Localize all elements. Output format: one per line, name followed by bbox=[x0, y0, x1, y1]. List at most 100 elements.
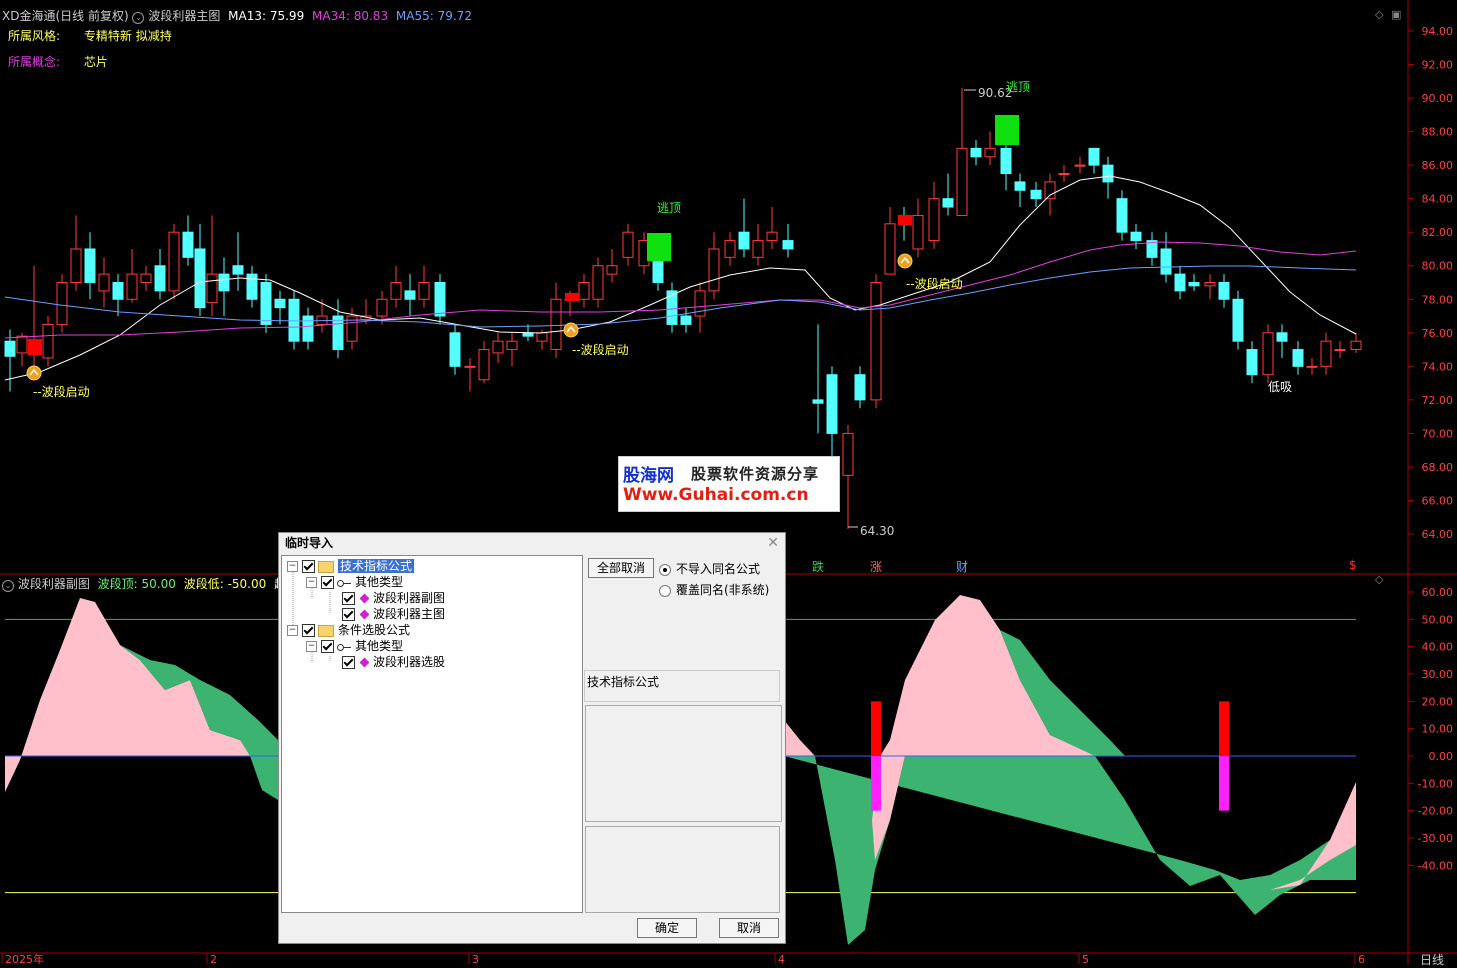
window-controls: ◇ ▣ bbox=[1375, 8, 1401, 21]
formula-icon bbox=[359, 593, 370, 604]
collapse-icon[interactable]: − bbox=[287, 625, 298, 636]
tree-node-sub[interactable]: 波段利器副图 bbox=[342, 590, 445, 606]
restore-icon[interactable]: ▣ bbox=[1391, 8, 1401, 21]
candle-body bbox=[376, 298, 388, 317]
candle-body bbox=[84, 248, 96, 283]
diamond-icon[interactable]: ◇ bbox=[1375, 573, 1383, 586]
candle-body bbox=[1262, 332, 1274, 376]
radio-icon[interactable] bbox=[659, 584, 671, 597]
checkbox[interactable] bbox=[342, 592, 355, 605]
tree-node-main[interactable]: 波段利器主图 bbox=[342, 606, 445, 622]
checkbox[interactable] bbox=[302, 560, 315, 573]
candle-body bbox=[1188, 282, 1200, 287]
diamond-icon[interactable]: ◇ bbox=[1375, 8, 1383, 21]
checkbox[interactable] bbox=[302, 624, 315, 637]
period-button[interactable]: 日线 bbox=[1420, 951, 1444, 968]
candle-body bbox=[1014, 181, 1026, 191]
formula-tree[interactable]: − 技术指标公式 − 其他类型 波段利器副图 波段利器主图 − 条件选股公式 − 其他类… bbox=[281, 555, 583, 913]
candle-body bbox=[1334, 349, 1346, 352]
event-fall[interactable]: 跌 bbox=[812, 558, 824, 575]
tree-node-other1[interactable]: − 其他类型 bbox=[306, 574, 403, 590]
candle-body bbox=[478, 349, 490, 381]
candle-body bbox=[782, 240, 794, 250]
candle-body bbox=[1074, 164, 1086, 167]
escape-box bbox=[647, 233, 671, 261]
candle-body bbox=[1160, 248, 1172, 275]
close-icon[interactable]: ✕ bbox=[767, 535, 779, 551]
candle-body bbox=[826, 374, 838, 434]
osc-tick-label: -30.00 bbox=[1418, 832, 1453, 845]
watermark-slogan: 股票软件资源分享 bbox=[691, 465, 820, 483]
import-dialog[interactable]: 临时导入 ✕ − 技术指标公式 − 其他类型 波段利器副图 波段利器主图 − 条件选股… bbox=[278, 532, 786, 944]
candle-body bbox=[1030, 189, 1042, 200]
osc-tick-label: 20.00 bbox=[1422, 695, 1454, 708]
ma34-label: MA34: 80.83 bbox=[312, 9, 389, 23]
band-start-icon bbox=[26, 365, 42, 381]
tree-label: 其他类型 bbox=[355, 639, 404, 653]
candle-body bbox=[492, 340, 504, 354]
checkbox[interactable] bbox=[342, 656, 355, 669]
cancel-all-button[interactable]: 全部取消 bbox=[588, 558, 654, 578]
candle-body bbox=[126, 273, 138, 300]
osc-tick-label: 50.00 bbox=[1422, 613, 1454, 626]
cancel-button[interactable]: 取消 bbox=[719, 918, 779, 938]
time-tick-label: 2 bbox=[210, 953, 217, 964]
candle-body bbox=[218, 273, 230, 292]
concept-label: 所属概念: bbox=[8, 55, 61, 69]
candle-body bbox=[724, 240, 736, 258]
osc-tick-label: 30.00 bbox=[1422, 668, 1454, 681]
candle-body bbox=[912, 214, 924, 250]
checkbox[interactable] bbox=[342, 608, 355, 621]
candle-body bbox=[246, 273, 258, 300]
candle-body bbox=[390, 282, 402, 300]
sell-signal-box bbox=[565, 293, 579, 301]
collapse-icon[interactable]: ⌄ bbox=[2, 580, 14, 592]
style-label: 所属风格: bbox=[8, 29, 61, 43]
collapse-icon[interactable]: − bbox=[306, 577, 317, 588]
low-label: 波段低: -50.00 bbox=[183, 577, 267, 591]
ma55-label: MA55: 79.72 bbox=[395, 9, 472, 23]
collapse-icon[interactable]: ⌄ bbox=[132, 12, 145, 24]
candle-body bbox=[1232, 298, 1244, 342]
description-panel bbox=[585, 705, 782, 822]
key-icon bbox=[337, 579, 351, 587]
ma13-label: MA13: 75.99 bbox=[228, 9, 305, 23]
candle-body bbox=[260, 282, 272, 325]
main-indicator-name[interactable]: 波段利器主图 bbox=[148, 9, 220, 23]
tree-node-other2[interactable]: − 其他类型 bbox=[306, 638, 403, 654]
radio-icon[interactable] bbox=[659, 563, 671, 576]
collapse-icon[interactable]: − bbox=[287, 561, 298, 572]
candle-body bbox=[870, 282, 882, 401]
candle-body bbox=[206, 273, 218, 304]
event-rise[interactable]: 涨 bbox=[870, 558, 882, 575]
radio-overwrite[interactable]: 覆盖同名(非系统) bbox=[659, 581, 769, 598]
candle-body bbox=[812, 399, 824, 404]
tree-node-stock[interactable]: 波段利器选股 bbox=[342, 654, 445, 670]
price-tick-label: 86.00 bbox=[1422, 159, 1454, 172]
tree-node-tech[interactable]: − 技术指标公式 bbox=[287, 558, 415, 574]
price-tick-label: 70.00 bbox=[1422, 427, 1454, 440]
sub-indicator-name[interactable]: 波段利器副图 bbox=[18, 577, 90, 591]
radio-skip[interactable]: 不导入同名公式 bbox=[659, 560, 760, 577]
candle-body bbox=[738, 231, 750, 250]
candle-body bbox=[302, 315, 314, 342]
time-tick-label: 3 bbox=[472, 953, 479, 964]
tree-label: 波段利器主图 bbox=[373, 607, 446, 621]
checkbox[interactable] bbox=[321, 576, 334, 589]
checkbox[interactable] bbox=[321, 640, 334, 653]
escape-top-label-1: 逃顶 bbox=[657, 201, 682, 215]
tree-node-select[interactable]: − 条件选股公式 bbox=[287, 622, 410, 638]
band-start-icon bbox=[563, 322, 579, 338]
tree-label: 条件选股公式 bbox=[338, 623, 411, 637]
radio-label: 覆盖同名(非系统) bbox=[676, 583, 770, 597]
candle-body bbox=[928, 198, 940, 242]
collapse-icon[interactable]: − bbox=[306, 641, 317, 652]
ok-button[interactable]: 确定 bbox=[637, 918, 697, 938]
style-value: 专精特新 拟减持 bbox=[83, 29, 172, 43]
time-tick-label: 5 bbox=[1082, 953, 1089, 964]
candle-body bbox=[666, 290, 678, 325]
event-finance[interactable]: 财 bbox=[956, 558, 968, 575]
event-dollar[interactable]: $ bbox=[1349, 558, 1357, 572]
candle-body bbox=[56, 282, 68, 325]
osc-tick-label: 10.00 bbox=[1422, 723, 1454, 736]
